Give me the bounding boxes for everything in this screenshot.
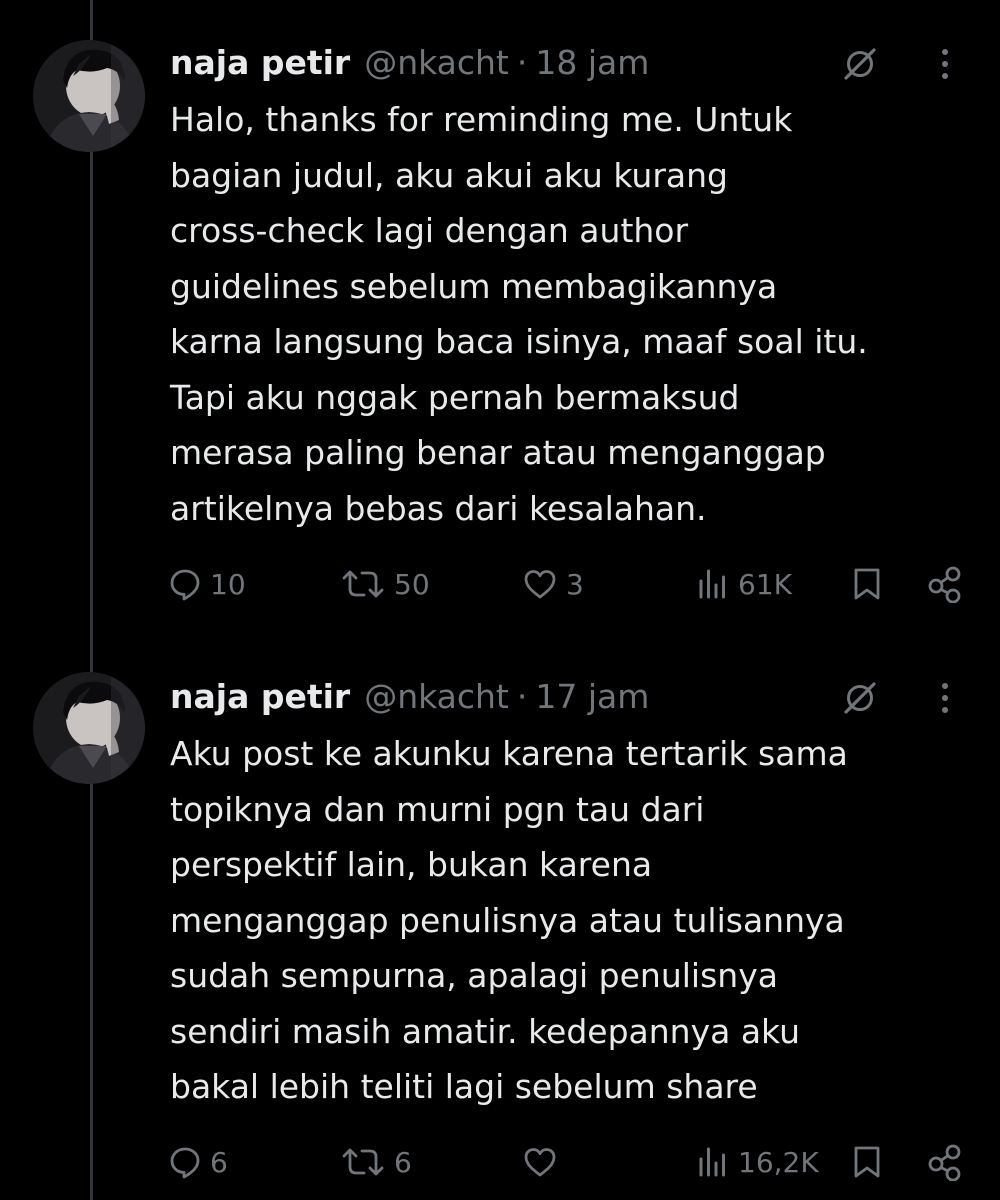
tweet-text-line: bakal lebih teliti lagi sebelum share (170, 1067, 758, 1106)
tweet-text-line: merasa paling benar atau menganggap (170, 433, 826, 472)
like-button[interactable] (522, 1140, 566, 1184)
tweet-text-line: guidelines sebelum membagikannya (170, 266, 778, 306)
reply-button[interactable]: 6 (168, 1140, 228, 1184)
tweet-header: naja petir @nkacht · 18 jam (170, 40, 649, 84)
tweet-text-line: cross-check lagi dengan author (170, 211, 689, 250)
tweet-text-line: karna langsung baca isinya, maaf soal it… (170, 322, 868, 361)
tweet-text-line: topiknya dan murni pgn tau dari (170, 789, 705, 829)
views-icon (699, 569, 725, 599)
heart-icon (524, 1148, 556, 1177)
bookmark-icon (854, 1146, 880, 1178)
tweet-text-line: sendiri masih amatir. kedepannya aku (170, 1011, 801, 1051)
repost-icon (342, 570, 384, 598)
tweet-text-line: Tapi aku nggak pernah bermaksud (170, 377, 740, 417)
repost-button[interactable]: 6 (340, 1140, 412, 1184)
bookmark-button[interactable] (852, 1140, 882, 1184)
views-button[interactable]: 61K (696, 562, 792, 606)
heart-icon (524, 570, 556, 599)
avatar[interactable] (33, 40, 145, 152)
like-button[interactable]: 3 (522, 562, 584, 606)
share-icon (928, 1144, 961, 1181)
more-options-button[interactable] (930, 42, 960, 86)
tweet-text: Aku post ke akunku karena tertarik sama … (170, 726, 970, 1115)
tweet-text-line: menganggap penulisnya atau tulisannya (170, 900, 845, 940)
tweet-time[interactable]: 18 jam (535, 43, 649, 82)
grok-icon (844, 48, 876, 80)
repost-count: 6 (394, 1145, 412, 1179)
author-handle[interactable]: @nkacht (364, 677, 509, 716)
tweet-time[interactable]: 17 jam (535, 677, 649, 716)
more-options-button[interactable] (930, 676, 960, 720)
more-icon (942, 683, 948, 713)
tweet-text-line: bagian judul, aku akui aku kurang (170, 155, 729, 195)
views-icon (699, 1147, 725, 1177)
reply-button[interactable]: 10 (168, 562, 246, 606)
avatar[interactable] (33, 672, 145, 784)
share-icon (928, 566, 961, 603)
tweet-header: naja petir @nkacht · 17 jam (170, 674, 649, 718)
repost-button[interactable]: 50 (340, 562, 430, 606)
view-count: 61K (738, 567, 792, 601)
tweet-text-line: perspektif lain, bukan karena (170, 845, 653, 884)
author-handle[interactable]: @nkacht (364, 43, 509, 82)
reply-count: 6 (210, 1145, 228, 1179)
bookmark-button[interactable] (852, 562, 882, 606)
author-name[interactable]: naja petir (170, 677, 350, 716)
repost-icon (342, 1148, 384, 1176)
tweet-text-line: Aku post ke akunku karena tertarik sama (170, 734, 848, 773)
reply-icon (170, 569, 200, 601)
reply-count: 10 (210, 567, 246, 601)
view-count: 16,2K (738, 1145, 819, 1179)
reply-icon (170, 1147, 200, 1179)
more-icon (942, 49, 948, 79)
tweet-text-line: Halo, thanks for reminding me. Untuk (170, 100, 793, 139)
action-bar: 6 6 16,2K (0, 1140, 1000, 1184)
tweet-text-line: sudah sempurna, apalagi penulisnya (170, 956, 778, 995)
tweet-text-line: artikelnya bebas dari kesalahan. (170, 488, 707, 528)
share-button[interactable] (926, 1140, 964, 1184)
views-button[interactable]: 16,2K (696, 1140, 819, 1184)
repost-count: 50 (394, 567, 430, 601)
grok-button[interactable] (838, 676, 882, 720)
separator-dot: · (516, 676, 528, 716)
bookmark-icon (854, 568, 880, 600)
grok-icon (844, 682, 876, 714)
author-name[interactable]: naja petir (170, 43, 350, 82)
like-count: 3 (566, 567, 584, 601)
action-bar: 10 50 3 61K (0, 562, 1000, 606)
tweet-text: Halo, thanks for reminding me. Untuk bag… (170, 92, 970, 536)
share-button[interactable] (926, 562, 964, 606)
grok-button[interactable] (838, 42, 882, 86)
separator-dot: · (516, 42, 528, 82)
